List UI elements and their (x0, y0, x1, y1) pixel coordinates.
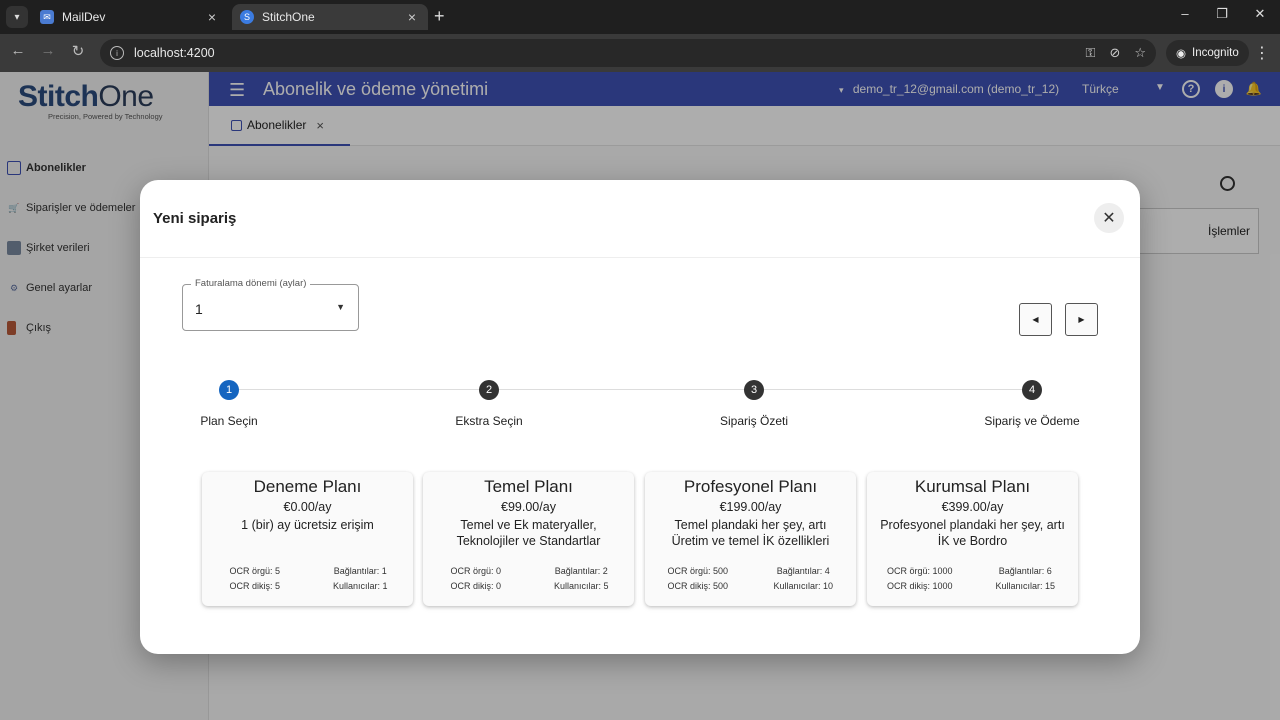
previous-step-button[interactable]: ◀ (1019, 303, 1052, 336)
next-step-button[interactable]: ▶ (1065, 303, 1098, 336)
eye-off-icon[interactable]: ⊘ (1109, 45, 1120, 61)
dialog-title: Yeni sipariş (153, 210, 237, 227)
mail-icon: ✉ (40, 10, 54, 24)
stat-baglantilar: Bağlantılar: 6 (998, 566, 1052, 576)
step-4-label[interactable]: Sipariş ve Ödeme (984, 414, 1079, 428)
step-4-dot[interactable]: 4 (1022, 380, 1042, 400)
stat-ocr-dikis: OCR dikiş: 500 (667, 581, 729, 591)
plan-description: Profesyonel plandaki her şey, artı İK ve… (880, 518, 1065, 548)
plan-description: 1 (bir) ay ücretsiz erişim (241, 518, 374, 532)
plan-stats: OCR örgü: 500 Bağlantılar: 4 OCR dikiş: 5… (645, 564, 856, 594)
plan-name: Temel Planı (484, 477, 573, 496)
plan-card-deneme[interactable]: Deneme Planı €0.00/ay 1 (bir) ay ücretsi… (202, 472, 413, 606)
new-order-dialog: Yeni sipariş ✕ Faturalama dönemi (aylar)… (140, 180, 1140, 654)
tab-title: MailDev (62, 10, 106, 24)
stat-ocr-dikis: OCR dikiş: 5 (229, 581, 280, 591)
browser-tab-maildev[interactable]: ✉ MailDev × (32, 4, 228, 30)
close-tab-icon[interactable]: × (404, 9, 420, 25)
password-key-icon[interactable]: ⚿ (1086, 45, 1096, 61)
incognito-icon: ◉ (1176, 48, 1187, 60)
back-icon[interactable]: ← (7, 42, 29, 59)
restore-icon[interactable]: ❐ (1212, 6, 1232, 22)
stat-kullanicilar: Kullanıcılar: 15 (995, 581, 1056, 591)
plan-description: Temel ve Ek materyaller, Teknolojiler ve… (456, 518, 601, 548)
plan-stats: OCR örgü: 1000 Bağlantılar: 6 OCR dikiş: … (867, 564, 1078, 594)
stitchone-favicon-icon: S (240, 10, 254, 24)
stat-kullanicilar: Kullanıcılar: 1 (332, 581, 388, 591)
tab-title: StitchOne (262, 10, 315, 24)
billing-period-select[interactable]: Faturalama dönemi (aylar) 1 ▼ (182, 278, 359, 331)
stat-baglantilar: Bağlantılar: 1 (333, 566, 387, 576)
stat-kullanicilar: Kullanıcılar: 10 (773, 581, 834, 591)
stat-ocr-orgu: OCR örgü: 500 (667, 566, 729, 576)
tab-search-icon[interactable]: ▾ (6, 6, 28, 28)
url-text: localhost:4200 (134, 46, 215, 60)
plan-name: Profesyonel Planı (683, 477, 818, 496)
forward-icon[interactable]: → (37, 42, 59, 59)
billing-period-value: 1 (195, 301, 203, 317)
stat-ocr-dikis: OCR dikiş: 0 (450, 581, 501, 591)
stat-ocr-orgu: OCR örgü: 5 (229, 566, 281, 576)
dropdown-caret-icon: ▼ (336, 302, 345, 312)
close-tab-icon[interactable]: × (204, 9, 220, 25)
step-1-label[interactable]: Plan Seçin (200, 414, 257, 428)
plan-price: €399.00/ay (941, 500, 1004, 514)
plan-name: Kurumsal Planı (914, 477, 1031, 496)
plan-stats: OCR örgü: 5 Bağlantılar: 1 OCR dikiş: 5 Ku… (202, 564, 413, 594)
step-2-dot[interactable]: 2 (479, 380, 499, 400)
close-window-icon[interactable]: ✕ (1250, 6, 1270, 22)
stat-ocr-orgu: OCR örgü: 1000 (886, 566, 953, 576)
stat-baglantilar: Bağlantılar: 2 (554, 566, 608, 576)
browser-menu-icon[interactable]: ⋮ (1254, 43, 1270, 63)
url-field[interactable]: i localhost:4200 ⚿ ⊘ ☆ (100, 39, 1156, 67)
stat-ocr-dikis: OCR dikiş: 1000 (886, 581, 953, 591)
step-1-dot[interactable]: 1 (219, 380, 239, 400)
stat-ocr-orgu: OCR örgü: 0 (450, 566, 502, 576)
plan-price: €0.00/ay (283, 500, 332, 514)
step-3-dot[interactable]: 3 (744, 380, 764, 400)
browser-tab-bar: ▾ ✉ MailDev × S StitchOne × + – ❐ ✕ (0, 0, 1280, 34)
site-info-icon[interactable]: i (110, 46, 124, 60)
reload-icon[interactable]: ↻ (67, 42, 89, 60)
plan-card-profesyonel[interactable]: Profesyonel Planı €199.00/ay Temel pland… (645, 472, 856, 606)
stat-kullanicilar: Kullanıcılar: 5 (553, 581, 609, 591)
browser-address-bar: ← → ↻ i localhost:4200 ⚿ ⊘ ☆ ◉ Incognito… (0, 34, 1280, 72)
plan-card-temel[interactable]: Temel Planı €99.00/ay Temel ve Ek matery… (423, 472, 634, 606)
plan-price: €99.00/ay (501, 500, 556, 514)
plan-name: Deneme Planı (253, 477, 362, 496)
new-tab-icon[interactable]: + (434, 6, 445, 27)
step-3-label[interactable]: Sipariş Özeti (720, 414, 788, 428)
incognito-label: Incognito (1192, 47, 1239, 59)
dialog-header: Yeni sipariş ✕ (140, 180, 1140, 258)
plan-stats: OCR örgü: 0 Bağlantılar: 2 OCR dikiş: 0 Ku… (423, 564, 634, 594)
minimize-icon[interactable]: – (1175, 6, 1195, 21)
plan-price: €199.00/ay (719, 500, 782, 514)
plan-card-kurumsal[interactable]: Kurumsal Planı €399.00/ay Profesyonel pl… (867, 472, 1078, 606)
browser-tab-stitchone[interactable]: S StitchOne × (232, 4, 428, 30)
step-2-label[interactable]: Ekstra Seçin (455, 414, 522, 428)
plan-description: Temel plandaki her şey, artı Üretim ve t… (671, 518, 830, 548)
close-dialog-button[interactable]: ✕ (1094, 203, 1124, 233)
billing-period-label: Faturalama dönemi (aylar) (191, 278, 311, 289)
bookmark-star-icon[interactable]: ☆ (1134, 45, 1146, 61)
stat-baglantilar: Bağlantılar: 4 (776, 566, 830, 576)
incognito-badge[interactable]: ◉ Incognito (1166, 40, 1249, 66)
stepper-connector (238, 389, 1034, 390)
